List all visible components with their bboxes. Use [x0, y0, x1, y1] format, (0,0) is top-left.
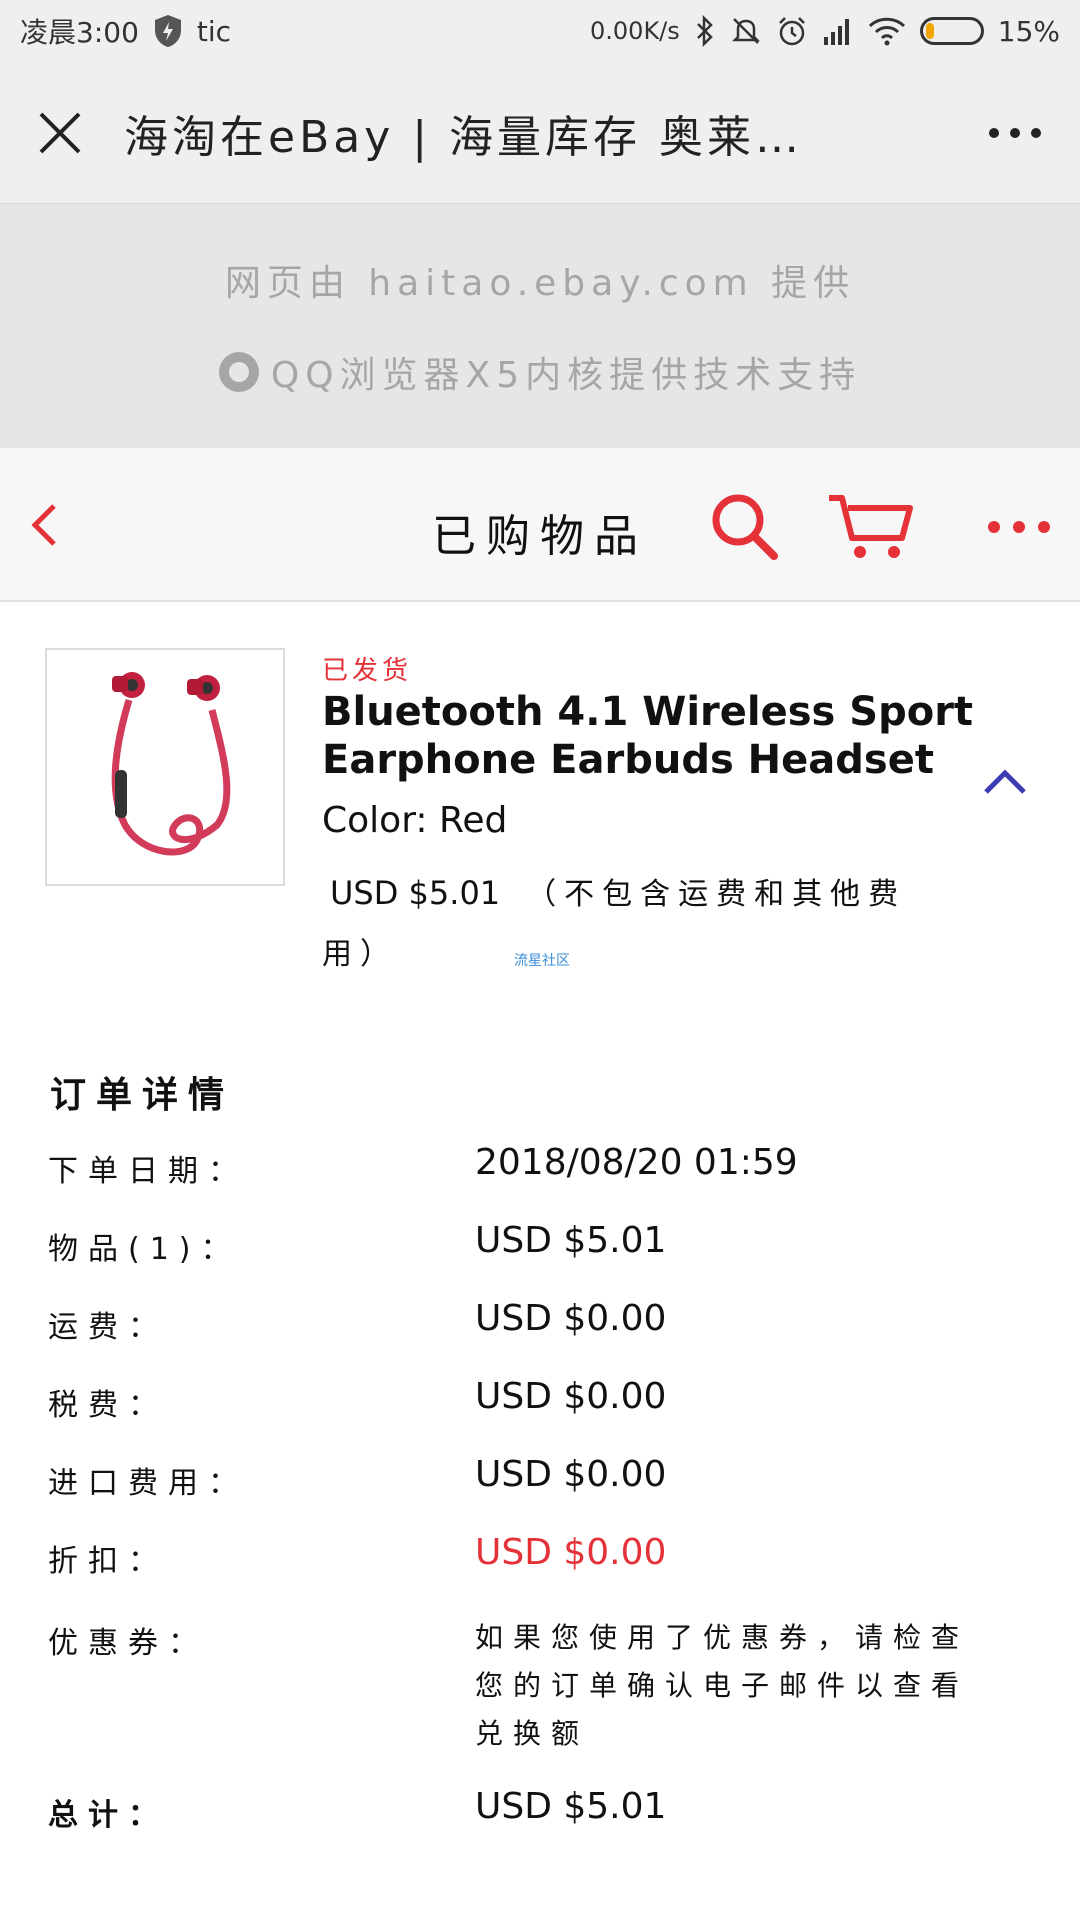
shipping-status-badge: 已发货	[322, 656, 413, 686]
signal-icon	[822, 17, 854, 45]
earphones-image	[111, 672, 231, 856]
provided-by-text: 网页由 haitao.ebay.com 提供	[224, 263, 856, 304]
status-carrier: tic	[196, 14, 232, 48]
bell-muted-icon	[730, 15, 762, 47]
qq-browser-logo-icon	[218, 352, 259, 392]
chevron-up-icon	[984, 769, 1026, 794]
more-icon	[989, 127, 1041, 138]
more-dots-icon	[988, 521, 1050, 533]
tax-label: 税费：	[48, 1388, 168, 1423]
total-value: USD $5.01	[475, 1786, 667, 1827]
engine-note-text: QQ浏览器X5内核提供技术支持	[270, 355, 862, 396]
engine-note: QQ浏览器X5内核提供技术支持	[218, 346, 862, 398]
search-button[interactable]	[710, 492, 780, 562]
product-price: USD $5.01	[330, 874, 501, 912]
color-value: Red	[438, 800, 508, 841]
bluetooth-icon	[694, 15, 716, 47]
discount-value: USD $0.00	[475, 1532, 667, 1573]
items-value: USD $5.01	[475, 1220, 667, 1261]
battery-fill	[925, 23, 934, 39]
close-icon	[39, 112, 81, 153]
product-image[interactable]	[45, 648, 285, 886]
status-bar: 凌晨3:00 tic 0.00K/s 15%	[0, 0, 1080, 62]
cart-icon	[829, 495, 913, 558]
items-label: 物品(1)：	[48, 1232, 241, 1267]
status-battery: 15%	[997, 14, 1060, 48]
discount-label: 折扣：	[48, 1544, 168, 1579]
product-color: Color: Red	[322, 800, 507, 841]
status-network-speed: 0.00K/s	[590, 17, 680, 45]
search-icon	[712, 494, 778, 560]
coupon-value: 如果您使用了优惠券，请检查您的订单确认电子邮件以查看兑换额	[475, 1621, 970, 1750]
color-label: Color:	[322, 800, 428, 841]
coupon-label: 优惠券：	[48, 1626, 208, 1661]
more-button[interactable]	[974, 504, 1064, 550]
provider-info: 网页由 haitao.ebay.com 提供 QQ浏览器X5内核提供技术支持	[0, 204, 1080, 448]
order-date-value: 2018/08/20 01:59	[475, 1142, 798, 1183]
import-fee-value: USD $0.00	[475, 1454, 667, 1495]
shipping-value: USD $0.00	[475, 1298, 667, 1339]
shipping-label: 运费：	[48, 1310, 168, 1345]
import-fee-label: 进口费用：	[48, 1466, 248, 1501]
browser-menu-button[interactable]	[950, 62, 1080, 204]
browser-page-title: 海淘在eBay | 海量库存 奥莱…	[124, 111, 804, 163]
shield-icon	[153, 14, 183, 48]
order-details-heading: 订单详情	[50, 1075, 235, 1116]
total-label: 总计：	[48, 1798, 168, 1833]
tax-value: USD $0.00	[475, 1376, 667, 1417]
cart-button[interactable]	[826, 492, 916, 562]
status-left: 凌晨3:00 tic	[20, 11, 231, 51]
alarm-icon	[776, 15, 808, 47]
status-time: 凌晨3:00	[20, 16, 139, 49]
battery-icon	[919, 17, 984, 45]
page-title: 已购物品	[432, 511, 648, 562]
product-price-block: USD $5.01 （不包含运费和其他费用）	[322, 864, 962, 984]
wifi-icon	[868, 16, 906, 46]
status-right: 0.00K/s 15%	[590, 15, 1060, 48]
order-date-label: 下单日期：	[48, 1154, 248, 1189]
watermark-text: 流星社区	[514, 953, 570, 969]
app-header: 已购物品	[0, 448, 1080, 602]
product-title[interactable]: Bluetooth 4.1 Wireless Sport Earphone Ea…	[322, 688, 1002, 784]
collapse-button[interactable]	[980, 764, 1030, 800]
browser-title-bar: 海淘在eBay | 海量库存 奥莱…	[0, 62, 1080, 204]
close-button[interactable]	[0, 62, 120, 204]
